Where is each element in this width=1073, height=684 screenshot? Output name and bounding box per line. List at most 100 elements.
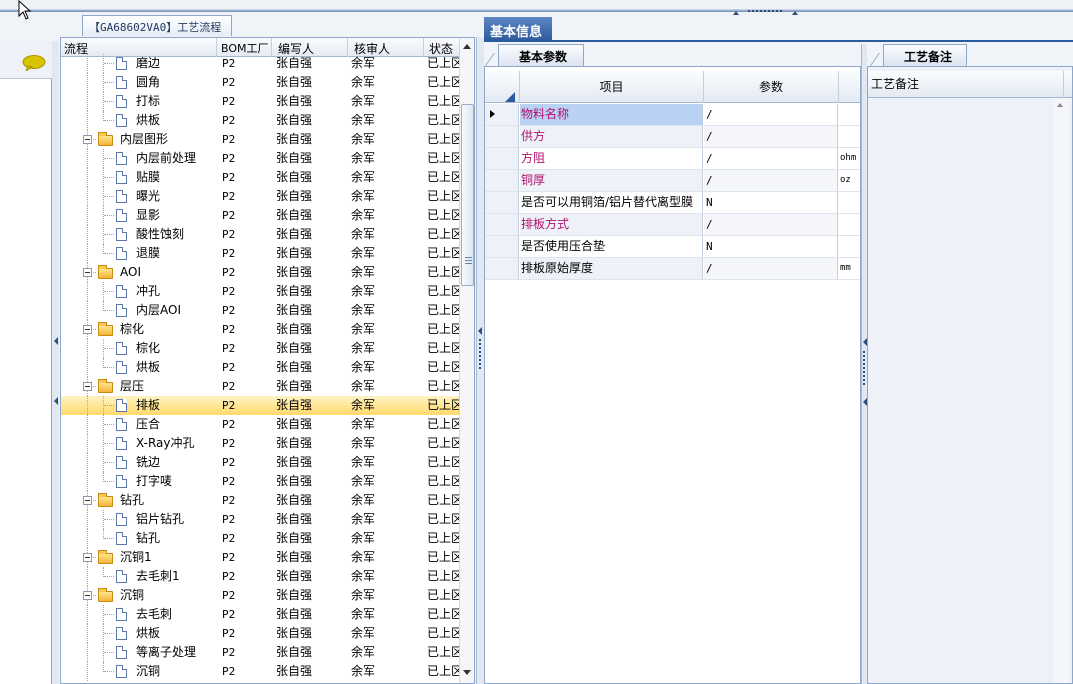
writer-cell: 张自强 <box>276 626 313 640</box>
middle-splitter[interactable] <box>476 37 484 684</box>
scroll-up-arrow-icon[interactable] <box>1057 103 1063 107</box>
tree-step-row[interactable]: 压合 P2 张自强 余军 已上区 <box>61 415 459 434</box>
tree-step-row[interactable]: 钻孔 P2 张自强 余军 已上区 <box>61 529 459 548</box>
param-row[interactable]: 物料名称 / <box>485 104 860 126</box>
message-bubble-icon[interactable] <box>22 55 46 71</box>
row-selector[interactable] <box>485 126 519 147</box>
param-value[interactable]: / <box>704 170 838 191</box>
tab-basic-params[interactable]: 基本参数 <box>498 44 584 66</box>
right-splitter-grip-icon[interactable] <box>863 351 865 385</box>
param-label: 物料名称 <box>520 104 703 125</box>
tree-step-row[interactable]: 打字唛 P2 张自强 余军 已上区 <box>61 472 459 491</box>
splitter-up-arrow-icon[interactable] <box>733 11 739 15</box>
tree-step-row[interactable]: 磨边 P2 张自强 余军 已上区 <box>61 54 459 73</box>
tree-step-row[interactable]: 酸性蚀刻 P2 张自强 余军 已上区 <box>61 225 459 244</box>
tree-step-row[interactable]: 烘板 P2 张自强 余军 已上区 <box>61 111 459 130</box>
left-splitter[interactable] <box>52 41 59 684</box>
tree-step-row[interactable]: 曝光 P2 张自强 余军 已上区 <box>61 187 459 206</box>
col-unit[interactable] <box>839 71 860 103</box>
writer-cell: 张自强 <box>276 360 313 374</box>
param-value[interactable]: / <box>704 214 838 235</box>
param-row[interactable]: 排板方式 / <box>485 214 860 236</box>
param-value[interactable]: N <box>704 236 838 257</box>
col-item[interactable]: 项目 <box>520 71 704 103</box>
scroll-down-arrow-icon[interactable] <box>463 670 471 675</box>
tree-step-row[interactable]: 内层前处理 P2 张自强 余军 已上区 <box>61 149 459 168</box>
tree-step-row[interactable]: 等离子处理 P2 张自强 余军 已上区 <box>61 643 459 662</box>
tree-step-row[interactable]: 烘板 P2 张自强 余军 已上区 <box>61 358 459 377</box>
row-selector[interactable] <box>485 148 519 169</box>
param-row[interactable]: 是否可以用铜箔/铝片替代离型膜 N <box>485 192 860 214</box>
col-craft-notes[interactable]: 工艺备注 <box>868 71 1064 98</box>
scrollbar-thumb[interactable] <box>461 104 474 286</box>
tree-step-row[interactable]: 冲孔 P2 张自强 余军 已上区 <box>61 282 459 301</box>
tree-node-label: 酸性蚀刻 <box>136 227 185 241</box>
splitter-grip-icon[interactable] <box>748 10 782 13</box>
tree-step-row[interactable]: 沉铜 P2 张自强 余军 已上区 <box>61 662 459 681</box>
status-cell: 已上区 <box>427 56 459 70</box>
row-selector-header[interactable] <box>485 71 520 103</box>
tree-group-row[interactable]: 沉铜1 P2 张自强 余军 已上区 <box>61 548 459 567</box>
collapse-toggle-icon[interactable] <box>83 382 92 391</box>
tree-step-row[interactable]: 显影 P2 张自强 余军 已上区 <box>61 206 459 225</box>
collapse-toggle-icon[interactable] <box>83 268 92 277</box>
select-all-corner-icon[interactable] <box>505 92 515 102</box>
row-selector[interactable] <box>485 192 519 213</box>
collapse-toggle-icon[interactable] <box>83 496 92 505</box>
param-value[interactable]: N <box>704 192 838 213</box>
param-value[interactable]: / <box>704 148 838 169</box>
tree-step-row[interactable]: X-Ray冲孔 P2 张自强 余军 已上区 <box>61 434 459 453</box>
param-value[interactable]: / <box>704 258 838 279</box>
tree-step-row[interactable]: 内层AOI P2 张自强 余军 已上区 <box>61 301 459 320</box>
middle-splitter-grip-icon[interactable] <box>479 339 481 369</box>
collapse-toggle-icon[interactable] <box>83 553 92 562</box>
tree-step-row[interactable]: 铣边 P2 张自强 余军 已上区 <box>61 453 459 472</box>
collapse-toggle-icon[interactable] <box>83 591 92 600</box>
tree-step-row[interactable]: 棕化 P2 张自强 余军 已上区 <box>61 339 459 358</box>
bom-factory-cell: P2 <box>222 646 236 659</box>
row-selector[interactable] <box>485 236 519 257</box>
tab-basic-info[interactable]: 基本信息 <box>484 17 552 41</box>
document-tab[interactable]: 【GA68602VA0】工艺流程 <box>82 15 232 36</box>
row-selector[interactable] <box>485 104 519 125</box>
row-selector[interactable] <box>485 214 519 235</box>
splitter-up-arrow-icon-right[interactable] <box>792 11 798 15</box>
param-value[interactable]: / <box>704 126 838 147</box>
tree-step-row[interactable]: 铝片钻孔 P2 张自强 余军 已上区 <box>61 510 459 529</box>
param-row[interactable]: 铜厚 / oz <box>485 170 860 192</box>
tree-step-row[interactable]: 去毛刺1 P2 张自强 余军 已上区 <box>61 567 459 586</box>
tree-step-row[interactable]: 圆角 P2 张自强 余军 已上区 <box>61 73 459 92</box>
param-value[interactable]: / <box>704 104 838 125</box>
tree-group-row[interactable]: 层压 P2 张自强 余军 已上区 <box>61 377 459 396</box>
tree-scrollbar[interactable] <box>459 38 474 683</box>
top-splitter[interactable] <box>0 9 1073 12</box>
tree-step-row[interactable]: 去毛刺 P2 张自强 余军 已上区 <box>61 605 459 624</box>
tree-step-row[interactable]: 退膜 P2 张自强 余军 已上区 <box>61 244 459 263</box>
tree-step-row[interactable]: 打标 P2 张自强 余军 已上区 <box>61 92 459 111</box>
collapse-toggle-icon[interactable] <box>83 325 92 334</box>
collapse-toggle-icon[interactable] <box>83 135 92 144</box>
tree-step-row[interactable]: 烘板 P2 张自强 余军 已上区 <box>61 624 459 643</box>
collapse-left-arrow-icon-2[interactable] <box>54 397 58 405</box>
tree-group-row[interactable]: 棕化 P2 张自强 余军 已上区 <box>61 320 459 339</box>
collapse-middle-arrow-icon[interactable] <box>478 327 482 335</box>
tab-craft-notes[interactable]: 工艺备注 <box>883 44 967 66</box>
param-row[interactable]: 供方 / <box>485 126 860 148</box>
bom-factory-cell: P2 <box>222 665 236 678</box>
param-row[interactable]: 方阻 / ohm <box>485 148 860 170</box>
craft-notes-scrollbar[interactable] <box>1053 98 1069 683</box>
tree-group-row[interactable]: 沉铜 P2 张自强 余军 已上区 <box>61 586 459 605</box>
row-selector[interactable] <box>485 170 519 191</box>
col-param[interactable]: 参数 <box>704 71 839 103</box>
tree-step-row[interactable]: 排板 P2 张自强 余军 已上区 <box>61 396 459 415</box>
row-selector[interactable] <box>485 258 519 279</box>
collapse-left-arrow-icon[interactable] <box>54 337 58 345</box>
param-row[interactable]: 是否使用压合垫 N <box>485 236 860 258</box>
tree-step-row[interactable]: 贴膜 P2 张自强 余军 已上区 <box>61 168 459 187</box>
tree-group-row[interactable]: 钻孔 P2 张自强 余军 已上区 <box>61 491 459 510</box>
param-row[interactable]: 排板原始厚度 / mm <box>485 258 860 280</box>
reviewer-cell: 余军 <box>351 360 376 374</box>
tree-group-row[interactable]: 内层图形 P2 张自强 余军 已上区 <box>61 130 459 149</box>
scroll-up-arrow-icon[interactable] <box>463 44 471 49</box>
tree-group-row[interactable]: AOI P2 张自强 余军 已上区 <box>61 263 459 282</box>
